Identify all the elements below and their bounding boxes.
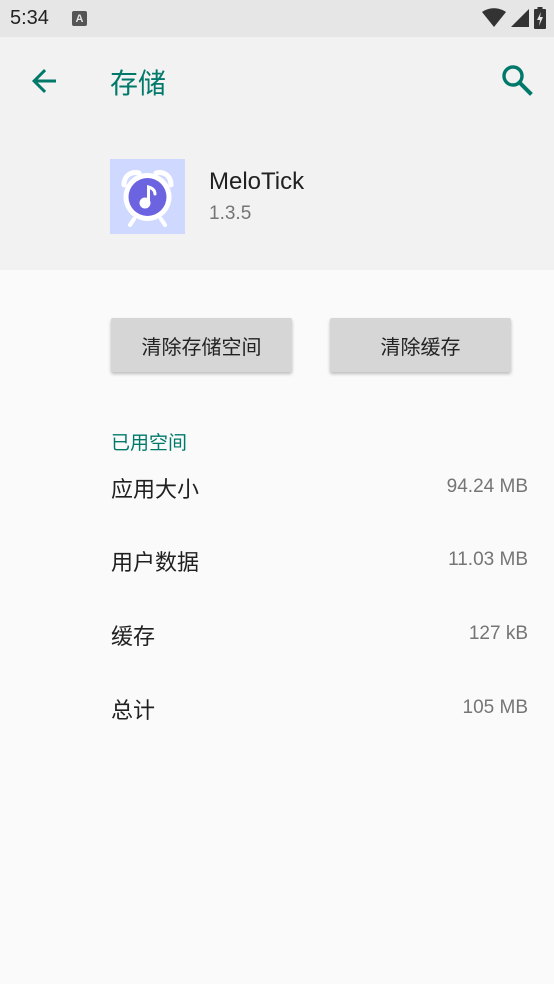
- status-time: 5:34: [10, 7, 49, 29]
- storage-row-app-size: 应用大小 94.24 MB: [0, 462, 554, 522]
- app-version: 1.3.5: [209, 203, 252, 224]
- arrow-left-icon: [32, 69, 56, 93]
- app-icon: [110, 159, 185, 234]
- back-button[interactable]: [26, 63, 62, 99]
- alarm-clock-music-icon: [110, 159, 185, 234]
- row-value: 11.03 MB: [448, 549, 528, 570]
- storage-row-user-data: 用户数据 11.03 MB: [0, 535, 554, 595]
- row-value: 94.24 MB: [446, 476, 528, 497]
- clear-cache-button[interactable]: 清除缓存: [330, 318, 511, 372]
- app-header: 存储 MeloTick 1.3.5: [0, 37, 554, 270]
- battery-icon: [534, 7, 546, 29]
- row-label: 用户数据: [111, 551, 200, 576]
- row-label: 总计: [111, 699, 156, 724]
- signal-icon: [511, 9, 529, 27]
- row-label: 应用大小: [111, 478, 200, 503]
- wifi-icon: [482, 8, 506, 27]
- search-button[interactable]: [498, 61, 536, 99]
- row-label: 缓存: [111, 625, 156, 650]
- clear-storage-button[interactable]: 清除存储空间: [111, 318, 292, 372]
- row-value: 105 MB: [462, 697, 528, 718]
- status-icons: [482, 7, 546, 29]
- storage-row-cache: 缓存 127 kB: [0, 609, 554, 669]
- storage-row-total: 总计 105 MB: [0, 683, 554, 743]
- page-title: 存储: [110, 67, 167, 100]
- row-value: 127 kB: [468, 623, 528, 644]
- search-icon: [502, 65, 533, 96]
- app-name: MeloTick: [209, 168, 305, 195]
- status-bar: 5:34 A: [0, 0, 554, 37]
- used-space-section-title: 已用空间: [111, 432, 188, 454]
- notification-icon: A: [72, 11, 87, 26]
